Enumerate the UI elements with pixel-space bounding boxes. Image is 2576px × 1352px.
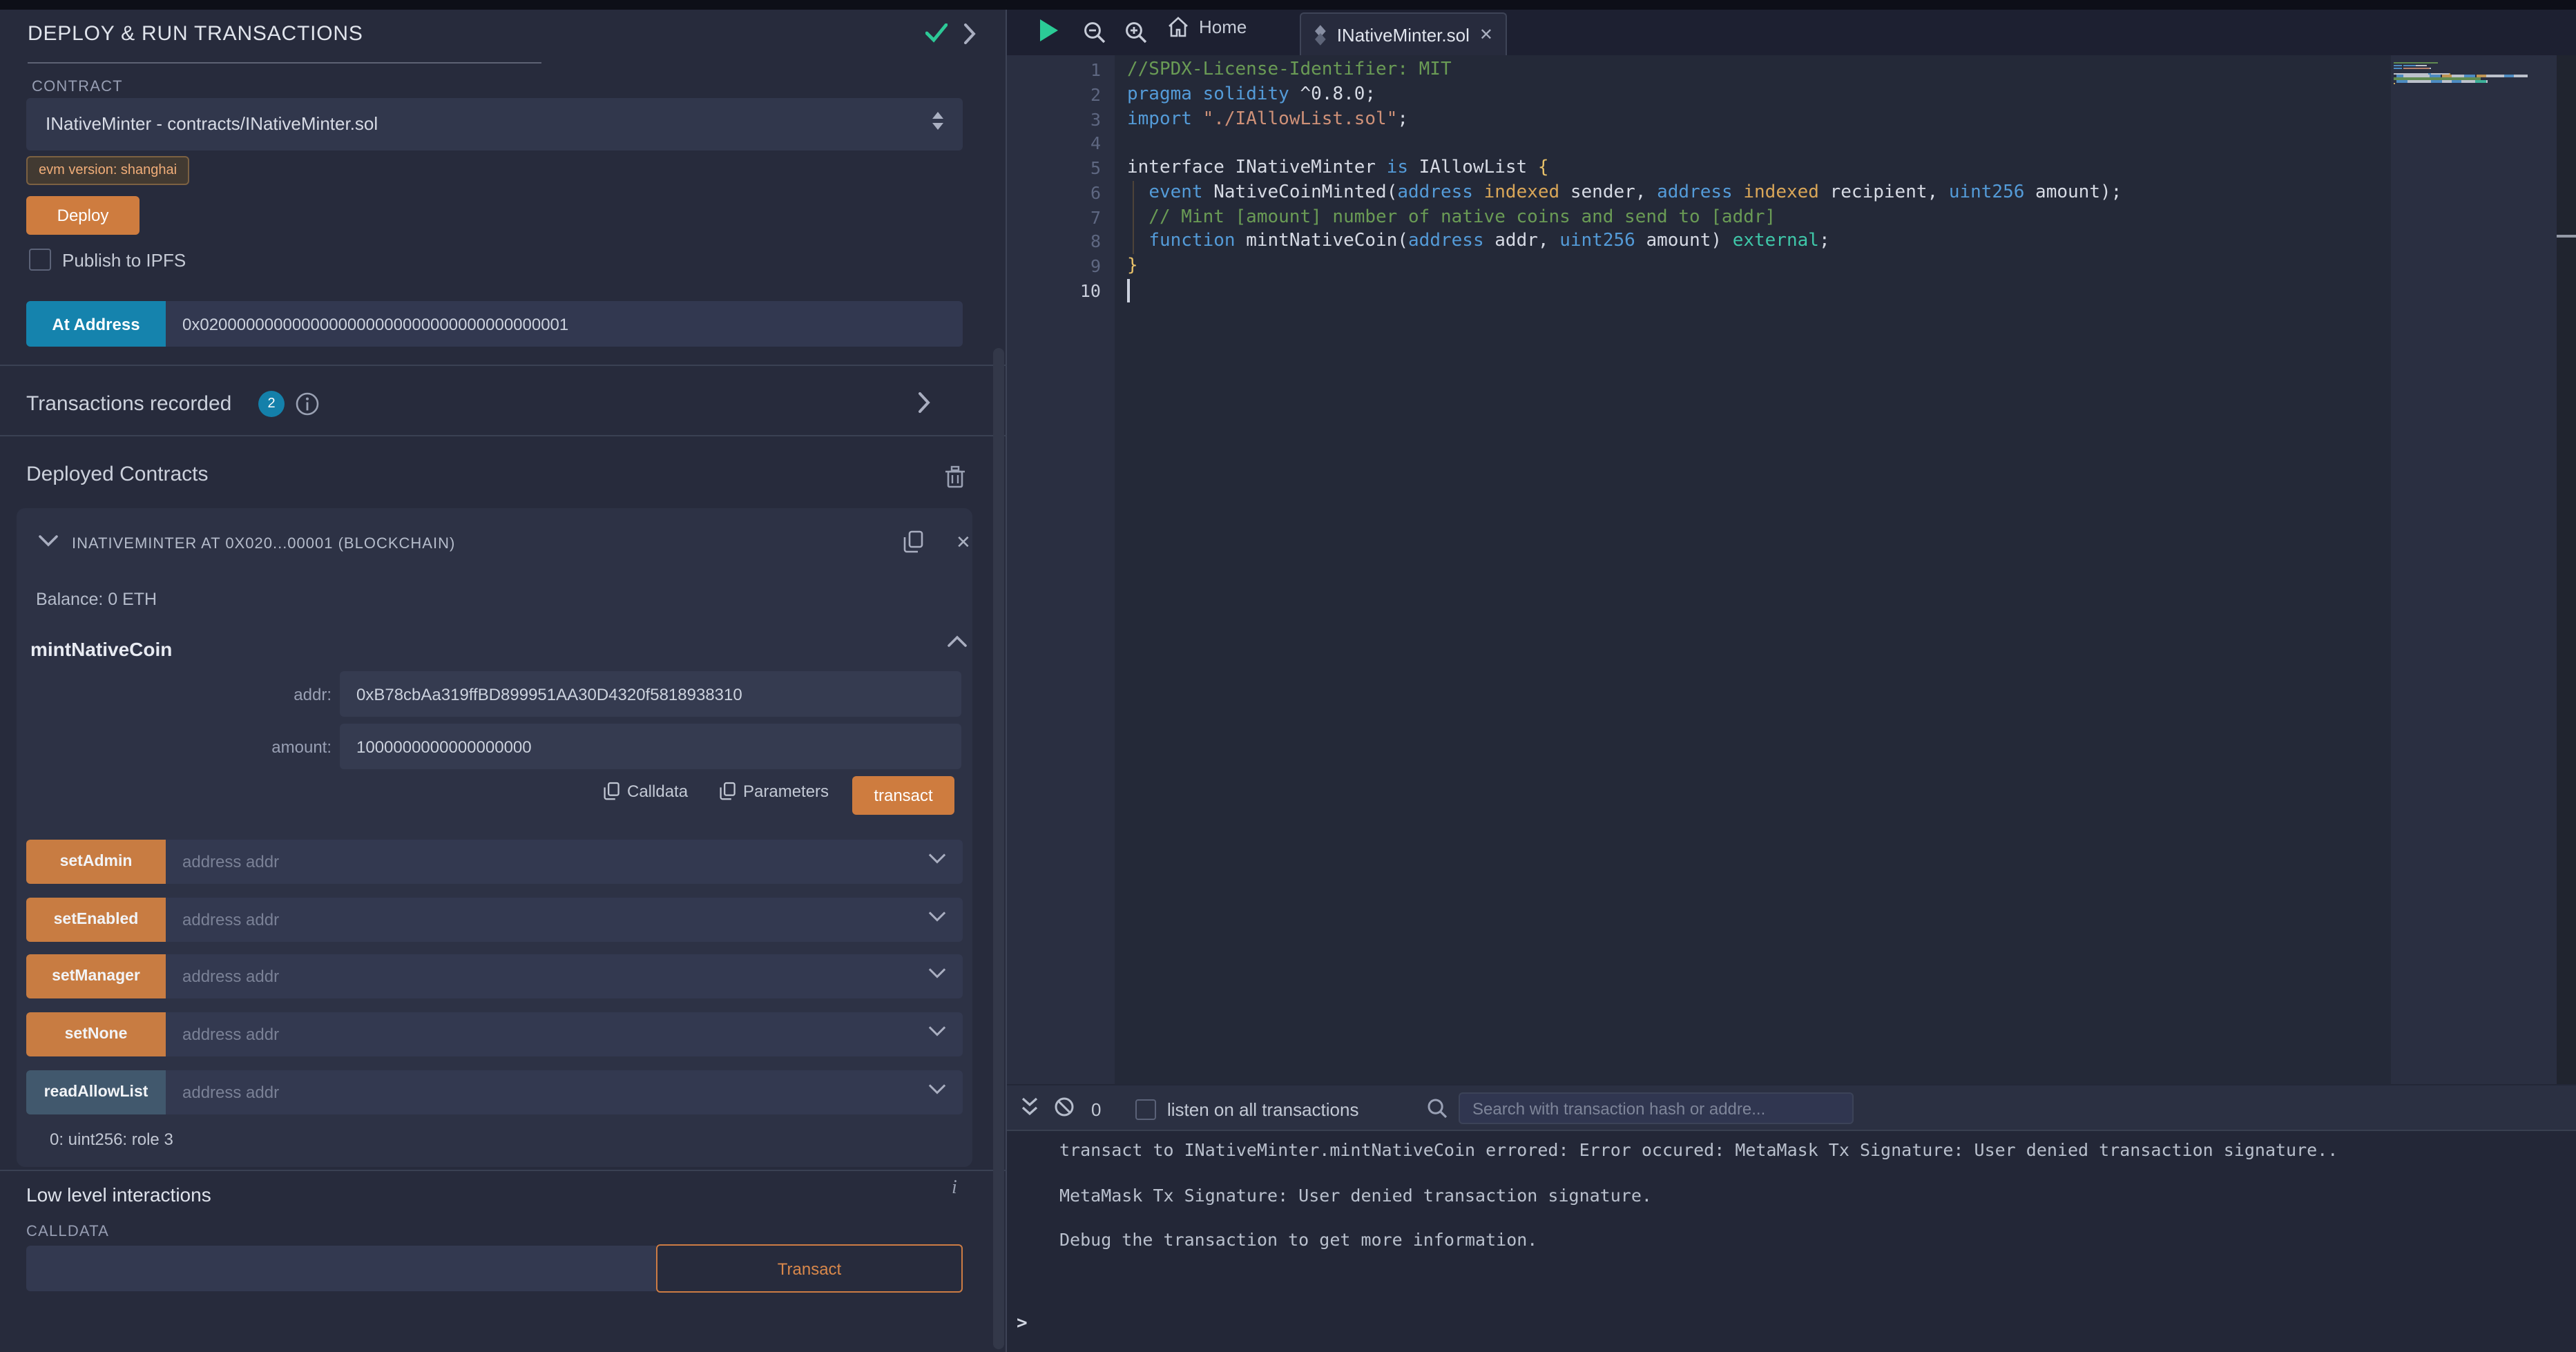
deploy-button[interactable]: Deploy	[26, 196, 140, 235]
pending-tx-count: 0	[1091, 1099, 1101, 1120]
minimap[interactable]	[2394, 62, 2527, 88]
minimap-column[interactable]	[2391, 55, 2557, 1084]
amount-field-label: amount:	[207, 737, 331, 757]
code-content[interactable]: //SPDX-License-Identifier: MITpragma sol…	[1127, 58, 2122, 303]
expand-params-icon[interactable]	[928, 1083, 946, 1095]
panel-scrollbar[interactable]	[993, 348, 1004, 1349]
setManager-button[interactable]: setManager	[26, 954, 166, 998]
panel-collapse-icon[interactable]	[963, 23, 977, 44]
remix-ide: DEPLOY & RUN TRANSACTIONS CONTRACT INati…	[0, 0, 2576, 1352]
terminal-expand-icon[interactable]	[1021, 1097, 1039, 1117]
home-icon	[1167, 17, 1189, 37]
transactions-count-badge: 2	[258, 391, 285, 417]
calldata-input[interactable]	[26, 1246, 656, 1291]
at-address-row: At Address	[26, 301, 963, 347]
terminal-prompt[interactable]: >	[1017, 1313, 1028, 1334]
copy-address-icon[interactable]	[903, 530, 924, 554]
deployed-contract-card	[17, 508, 972, 1167]
close-tab-icon[interactable]: ✕	[1479, 25, 1493, 44]
clear-console-icon[interactable]	[1054, 1097, 1075, 1117]
publish-ipfs-checkbox[interactable]	[29, 249, 51, 271]
section-divider	[0, 365, 1007, 366]
amount-field-input[interactable]	[340, 724, 961, 769]
at-address-input[interactable]	[166, 301, 963, 347]
function-name-label: mintNativeCoin	[30, 638, 172, 660]
search-icon	[1427, 1098, 1448, 1119]
call-output-value: 0: uint256: role 3	[50, 1130, 173, 1149]
function-row-readAllowList: readAllowList	[26, 1070, 963, 1114]
setEnabled-input[interactable]	[166, 898, 963, 942]
transactions-recorded-label: Transactions recorded	[26, 392, 231, 416]
readAllowList-input[interactable]	[166, 1070, 963, 1114]
text-cursor	[1127, 279, 1129, 302]
tab-home-label: Home	[1199, 17, 1247, 37]
addr-field-input[interactable]	[340, 671, 961, 717]
expand-params-icon[interactable]	[928, 852, 946, 865]
expand-params-icon[interactable]	[928, 967, 946, 979]
editor-scrollbar[interactable]	[2557, 55, 2576, 1084]
info-icon: i	[952, 1178, 957, 1200]
low-level-transact-button[interactable]: Transact	[656, 1244, 963, 1293]
contract-select-value: INativeMinter - contracts/INativeMinter.…	[46, 113, 378, 134]
scrollbar-mark	[2557, 235, 2576, 238]
section-divider	[0, 1170, 1007, 1171]
terminal-search-input[interactable]	[1459, 1092, 1854, 1124]
contract-collapse-icon[interactable]	[39, 534, 58, 547]
low-level-title: Low level interactions	[26, 1184, 211, 1206]
tab-home[interactable]: Home	[1167, 17, 1247, 37]
line-numbers: 12345678910	[1007, 58, 1101, 303]
readAllowList-button[interactable]: readAllowList	[26, 1070, 166, 1114]
copy-icon	[604, 782, 620, 801]
function-row-setNone: setNone	[26, 1012, 963, 1056]
publish-ipfs-label: Publish to IPFS	[62, 250, 186, 271]
tab-inativeminter[interactable]: INativeMinter.sol ✕	[1300, 12, 1507, 55]
transactions-expand-icon[interactable]	[917, 392, 931, 413]
terminal-log-line: MetaMask Tx Signature: User denied trans…	[1059, 1184, 2338, 1205]
setAdmin-button[interactable]: setAdmin	[26, 840, 166, 884]
setManager-input[interactable]	[166, 954, 963, 998]
panel-title: DEPLOY & RUN TRANSACTIONS	[28, 22, 363, 46]
section-divider	[0, 435, 1007, 436]
title-underline	[28, 62, 541, 64]
select-stepper-icon[interactable]	[932, 112, 943, 130]
function-row-setAdmin: setAdmin	[26, 840, 963, 884]
info-icon[interactable]	[296, 392, 319, 416]
setNone-button[interactable]: setNone	[26, 1012, 166, 1056]
listen-all-checkbox[interactable]	[1135, 1099, 1156, 1120]
trash-icon[interactable]	[945, 465, 965, 489]
expand-params-icon[interactable]	[928, 910, 946, 923]
copy-icon	[720, 782, 736, 801]
contract-select[interactable]: INativeMinter - contracts/INativeMinter.…	[26, 98, 963, 151]
run-script-icon[interactable]	[1040, 19, 1058, 41]
contract-label: CONTRACT	[32, 79, 123, 95]
tab-inativeminter-label: INativeMinter.sol	[1337, 24, 1470, 45]
contract-instance-label[interactable]: INATIVEMINTER AT 0X020...00001 (BLOCKCHA…	[72, 536, 455, 552]
calldata-label: CALLDATA	[26, 1224, 109, 1240]
expand-params-icon[interactable]	[928, 1025, 946, 1037]
terminal-log-line: transact to INativeMinter.mintNativeCoin…	[1059, 1139, 2338, 1160]
function-collapse-icon[interactable]	[948, 635, 967, 648]
transact-button[interactable]: transact	[852, 776, 954, 815]
setNone-input[interactable]	[166, 1012, 963, 1056]
terminal-log: transact to INativeMinter.mintNativeCoin…	[1059, 1139, 2338, 1274]
function-row-setManager: setManager	[26, 954, 963, 998]
function-row-setEnabled: setEnabled	[26, 898, 963, 942]
addr-field-label: addr:	[207, 685, 331, 704]
solidity-icon	[1314, 24, 1327, 45]
zoom-out-icon[interactable]	[1083, 21, 1106, 44]
setAdmin-input[interactable]	[166, 840, 963, 884]
at-address-button[interactable]: At Address	[26, 301, 166, 347]
terminal-log-line: Debug the transaction to get more inform…	[1059, 1229, 2338, 1250]
listen-all-label: listen on all transactions	[1167, 1099, 1359, 1120]
copy-parameters-button[interactable]: Parameters	[720, 782, 829, 801]
balance-label: Balance: 0 ETH	[36, 590, 157, 609]
deployed-contracts-title: Deployed Contracts	[26, 463, 208, 486]
compile-success-check-icon	[925, 23, 948, 43]
remove-contract-icon[interactable]: ✕	[956, 532, 971, 554]
evm-version-badge: evm version: shanghai	[26, 156, 189, 185]
zoom-in-icon[interactable]	[1124, 21, 1148, 44]
setEnabled-button[interactable]: setEnabled	[26, 898, 166, 942]
top-strip	[0, 0, 2576, 10]
copy-calldata-button[interactable]: Calldata	[604, 782, 688, 801]
